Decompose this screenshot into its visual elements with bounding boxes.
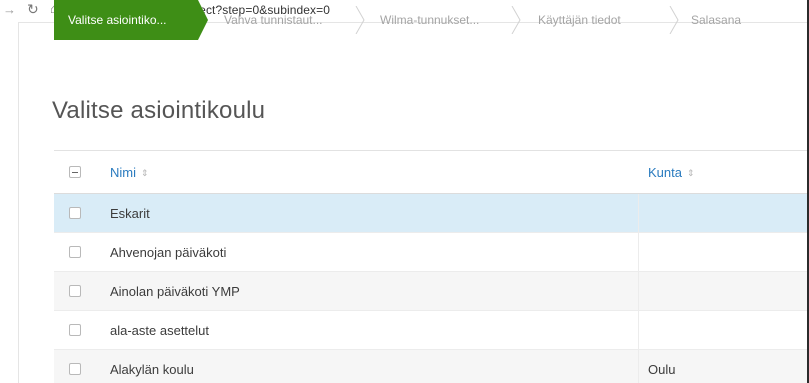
table-row[interactable]: Eskarit [54,194,809,233]
column-header-kunta[interactable]: Kunta ⇕ [648,151,695,195]
table-row[interactable]: Ahvenojan päiväkoti [54,233,809,272]
step-separator-chevron-icon [510,6,522,34]
school-name: Ainolan päiväkoti YMP [110,284,240,299]
step-wilma-tunnukset[interactable]: Wilma-tunnukset... [380,0,479,40]
table-header: Nimi ⇕ Kunta ⇕ [54,150,809,194]
column-divider [638,233,639,271]
step-valitse-asiointikoulu[interactable]: Valitse asiointiko... [54,0,208,40]
school-kunta: Oulu [648,362,676,377]
step-kayttajan-tiedot[interactable]: Käyttäjän tiedot [538,0,621,40]
school-table: Nimi ⇕ Kunta ⇕ Eskarit Ahvenojan päiväkoti… [54,150,809,383]
row-checkbox[interactable] [69,246,81,258]
school-name: Ahvenojan päiväkoti [110,245,227,260]
column-divider [638,272,639,310]
column-header-nimi[interactable]: Nimi ⇕ [110,151,149,195]
school-name: Alakylän koulu [110,362,194,377]
column-header-kunta-label: Kunta [648,165,682,180]
wizard-steps: Valitse asiointiko... Vahva tunnistaut..… [36,0,809,40]
row-checkbox[interactable] [69,324,81,336]
step-separator-chevron-icon [668,6,680,34]
table-row[interactable]: ala-aste asettelut [54,311,809,350]
column-divider [638,194,639,232]
step-separator-chevron-icon [354,6,366,34]
school-name: ala-aste asettelut [110,323,210,338]
table-row[interactable]: Alakylän koulu Oulu [54,350,809,383]
select-all-checkbox[interactable] [69,166,81,178]
sort-icon: ⇕ [686,168,695,178]
table-row[interactable]: Ainolan päiväkoti YMP [54,272,809,311]
column-header-nimi-label: Nimi [110,165,136,180]
column-divider [638,350,639,383]
school-name: Eskarit [110,206,150,221]
step-vahva-tunnistautuminen[interactable]: Vahva tunnistaut... [224,0,323,40]
forward-arrow-icon[interactable]: → [3,2,16,17]
row-checkbox[interactable] [69,363,81,375]
row-checkbox[interactable] [69,285,81,297]
column-divider [638,311,639,349]
step-salasana[interactable]: Salasana [691,0,741,40]
page-title: Valitse asiointikoulu [52,97,266,124]
sort-icon: ⇕ [141,168,149,178]
row-checkbox[interactable] [69,207,81,219]
